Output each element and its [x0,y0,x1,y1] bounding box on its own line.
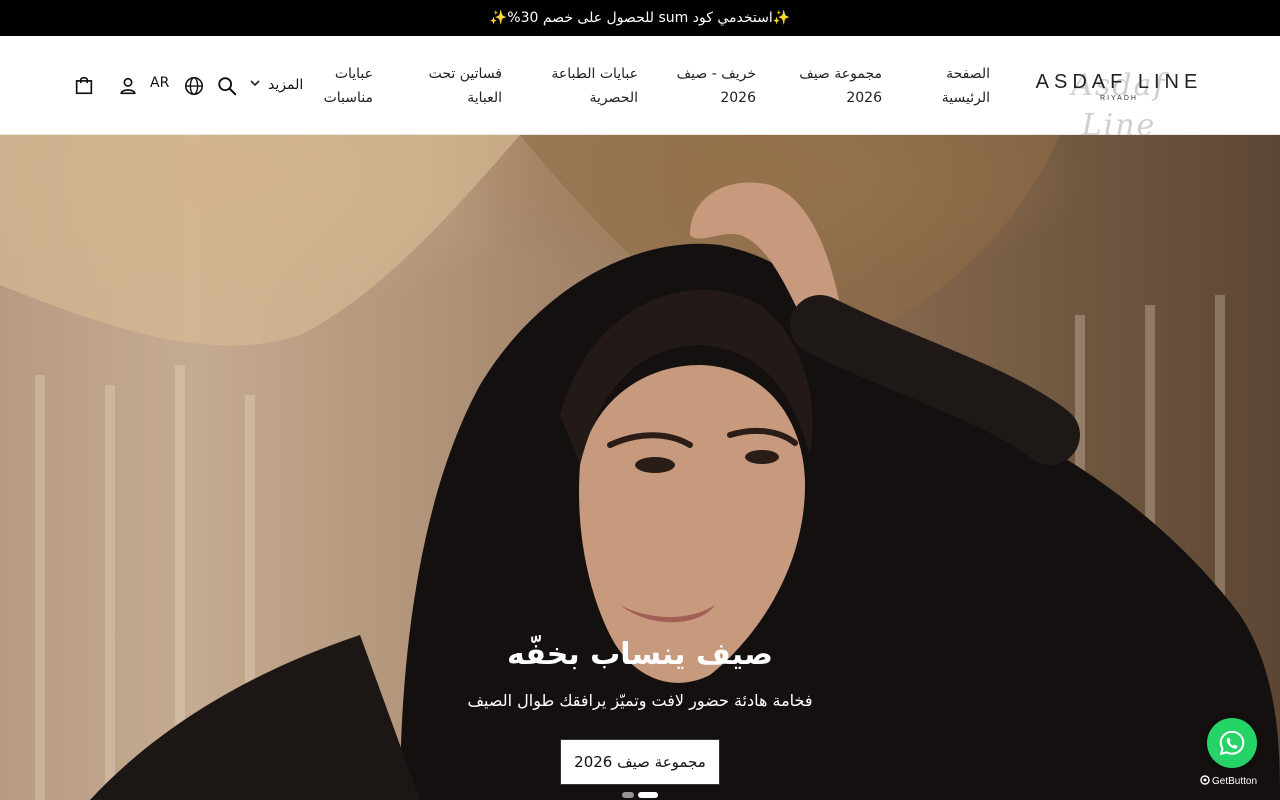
slide-dot-2-active[interactable] [638,792,658,798]
nav-item-printed-abayas[interactable]: عبايات الطباعة الحصرية [538,62,638,110]
language-switch[interactable]: AR [150,75,169,91]
nav-item-under-abaya-dresses[interactable]: فساتين تحت العباية [418,62,502,110]
chevron-down-icon [248,76,262,94]
announcement-bar: ✨استخدمي كود sum للحصول على خصم 30%✨ [0,0,1280,36]
logo-city: RIYADH [1100,94,1138,102]
slider-pagination [622,792,658,798]
search-icon[interactable] [215,74,239,98]
slide-dot-1[interactable] [622,792,634,798]
nav-item-occasion-abayas[interactable]: عبايات مناسبات [317,62,373,110]
whatsapp-icon[interactable] [1207,718,1257,768]
globe-icon[interactable] [182,74,206,98]
hero-cta-button[interactable]: مجموعة صيف 2026 [560,739,720,785]
user-icon[interactable] [116,74,140,98]
hero-subtitle: فخامة هادئة حضور لافت وتميّز يرافقك طوال… [467,691,813,710]
brand-logo[interactable]: Asdaf Line ASDAF LINE RIYADH [1030,64,1208,143]
nav-item-fall-summer-2026[interactable]: خريف - صيف 2026 [676,62,756,110]
hero-title: صيف ينساب بخفّه [507,637,773,672]
more-label: المزيد [268,77,304,93]
getbutton-label: GetButton [1212,775,1258,787]
hero-slider: صيف ينساب بخفّه فخامة هادئة حضور لافت وت… [0,135,1280,800]
main-nav: الصفحة الرئيسية مجموعة صيف 2026 خريف - ص… [317,36,990,135]
getbutton-icon [1200,774,1210,788]
nav-item-summer-2026[interactable]: مجموعة صيف 2026 [796,62,882,110]
logo-wordmark: ASDAF LINE [1035,70,1203,93]
site-header: Asdaf Line ASDAF LINE RIYADH الصفحة الرئ… [0,36,1280,143]
getbutton-credit[interactable]: GetButton [1200,774,1266,788]
nav-item-home[interactable]: الصفحة الرئيسية [924,62,990,110]
announcement-text: ✨استخدمي كود sum للحصول على خصم 30%✨ [489,10,791,26]
more-menu[interactable]: المزيد [248,74,303,96]
shopping-bag-icon[interactable] [72,73,96,97]
